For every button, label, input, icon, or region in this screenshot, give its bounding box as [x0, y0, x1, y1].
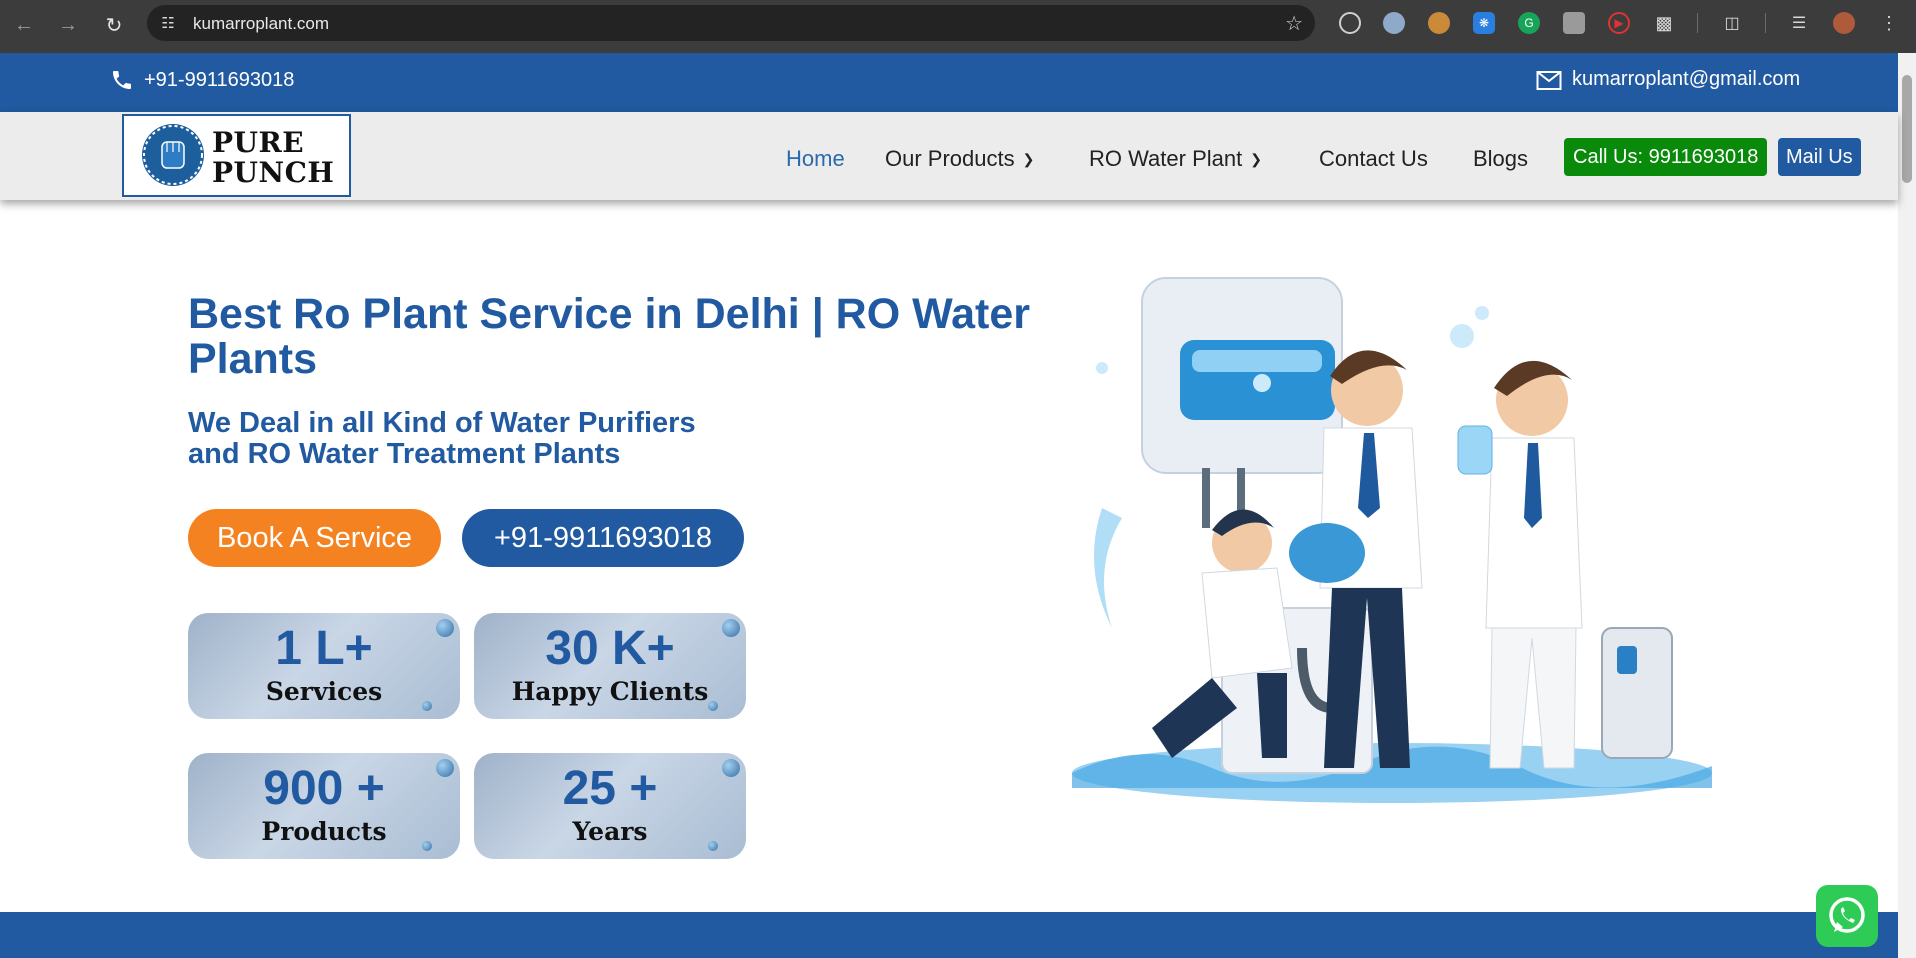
more-menu-icon[interactable]: ⋮ [1878, 12, 1900, 34]
chevron-down-icon: ❯ [1250, 150, 1262, 167]
hero-phone-button[interactable]: +91-9911693018 [462, 509, 744, 567]
nav-contact-us[interactable]: Contact Us [1319, 146, 1428, 172]
stat-value: 25 + [562, 762, 658, 815]
stat-label: Products [261, 817, 387, 846]
nav-home-label: Home [786, 146, 845, 171]
nav-blogs[interactable]: Blogs [1473, 146, 1528, 172]
stat-card-happy-clients: 30 K+ Happy Clients [474, 613, 746, 719]
reload-icon[interactable]: ↻ [100, 11, 128, 39]
nav-contact-us-label: Contact Us [1319, 146, 1428, 171]
stat-card-years: 25 + Years [474, 753, 746, 859]
site-header: PURE PUNCH Home Our Products ❯ RO Water … [0, 112, 1898, 200]
nav-blogs-label: Blogs [1473, 146, 1529, 171]
logo-text-line2: PUNCH [212, 156, 335, 189]
page-scrollbar[interactable] [1898, 53, 1916, 958]
topbar-email[interactable]: kumarroplant@gmail.com [1536, 68, 1800, 91]
nav-home[interactable]: Home [786, 146, 845, 172]
bookmark-star-icon[interactable]: ☆ [1285, 11, 1303, 36]
scrollbar-thumb[interactable] [1902, 75, 1912, 183]
media-queue-icon[interactable]: ☰ [1788, 12, 1810, 34]
extension-play-icon[interactable]: ▶ [1608, 12, 1630, 34]
topbar-phone-text[interactable]: +91-9911693018 [144, 69, 294, 92]
nav-our-products-label: Our Products [885, 146, 1015, 171]
back-icon[interactable]: ← [10, 11, 38, 39]
url-text[interactable]: kumarroplant.com [193, 14, 329, 34]
contact-bar: +91-9911693018 kumarroplant@gmail.com [0, 53, 1898, 112]
hero-title: Best Ro Plant Service in Delhi | RO Wate… [188, 290, 1030, 383]
fist-logo-icon [142, 124, 204, 186]
toolbar-divider [1765, 13, 1766, 33]
extension-cookie-icon[interactable] [1428, 12, 1450, 34]
stat-label: Services [265, 677, 383, 706]
logo-text-line1: PURE [212, 126, 305, 159]
address-bar[interactable]: ☷ kumarroplant.com ☆ [147, 5, 1315, 41]
chevron-down-icon: ❯ [1022, 150, 1035, 167]
stat-label: Happy Clients [511, 677, 709, 706]
nav-ro-water-plant[interactable]: RO Water Plant ❯ [1089, 146, 1262, 172]
topbar-email-text[interactable]: kumarroplant@gmail.com [1572, 68, 1800, 91]
book-service-button[interactable]: Book A Service [188, 509, 441, 567]
forward-icon[interactable]: → [54, 11, 82, 39]
stat-value: 30 K+ [545, 622, 675, 675]
stat-value: 1 L+ [275, 622, 373, 675]
extension-gear-icon[interactable]: ❋ [1473, 12, 1495, 34]
stat-card-products: 900 + Products [188, 753, 460, 859]
envelope-icon [1536, 70, 1562, 90]
ro-technicians-illustration [1072, 277, 1712, 803]
extension-grammarly-icon[interactable]: G [1518, 12, 1540, 34]
whatsapp-icon [1829, 897, 1865, 933]
mail-us-button[interactable]: Mail Us [1778, 138, 1861, 176]
extensions-puzzle-icon[interactable]: ▩ [1653, 12, 1675, 34]
profile-avatar[interactable] [1833, 12, 1855, 34]
site-info-icon[interactable]: ☷ [157, 12, 179, 34]
toolbar-divider [1697, 13, 1698, 33]
topbar-phone[interactable]: +91-9911693018 [110, 68, 294, 92]
extension-shield-icon[interactable] [1383, 12, 1405, 34]
extension-target-icon[interactable] [1339, 12, 1361, 34]
tab-search-icon[interactable]: ◫ [1721, 12, 1743, 34]
hero-subtitle: We Deal in all Kind of Water Purifiers a… [188, 407, 696, 470]
nav-our-products[interactable]: Our Products ❯ [885, 146, 1034, 172]
intro-banner [0, 912, 1898, 958]
stat-label: Years [572, 817, 648, 846]
stat-value: 900 + [263, 762, 385, 815]
nav-ro-water-plant-label: RO Water Plant [1089, 146, 1243, 171]
stat-card-services: 1 L+ Services [188, 613, 460, 719]
extension-image-icon[interactable] [1563, 12, 1585, 34]
call-us-button[interactable]: Call Us: 9911693018 [1564, 138, 1768, 176]
browser-toolbar: ← → ↻ ☷ kumarroplant.com ☆ ❋ G ▶ ▩ ◫ ☰ ⋮ [0, 0, 1916, 53]
site-logo[interactable]: PURE PUNCH [122, 114, 351, 197]
phone-icon [113, 71, 131, 89]
whatsapp-chat-button[interactable] [1816, 885, 1878, 947]
